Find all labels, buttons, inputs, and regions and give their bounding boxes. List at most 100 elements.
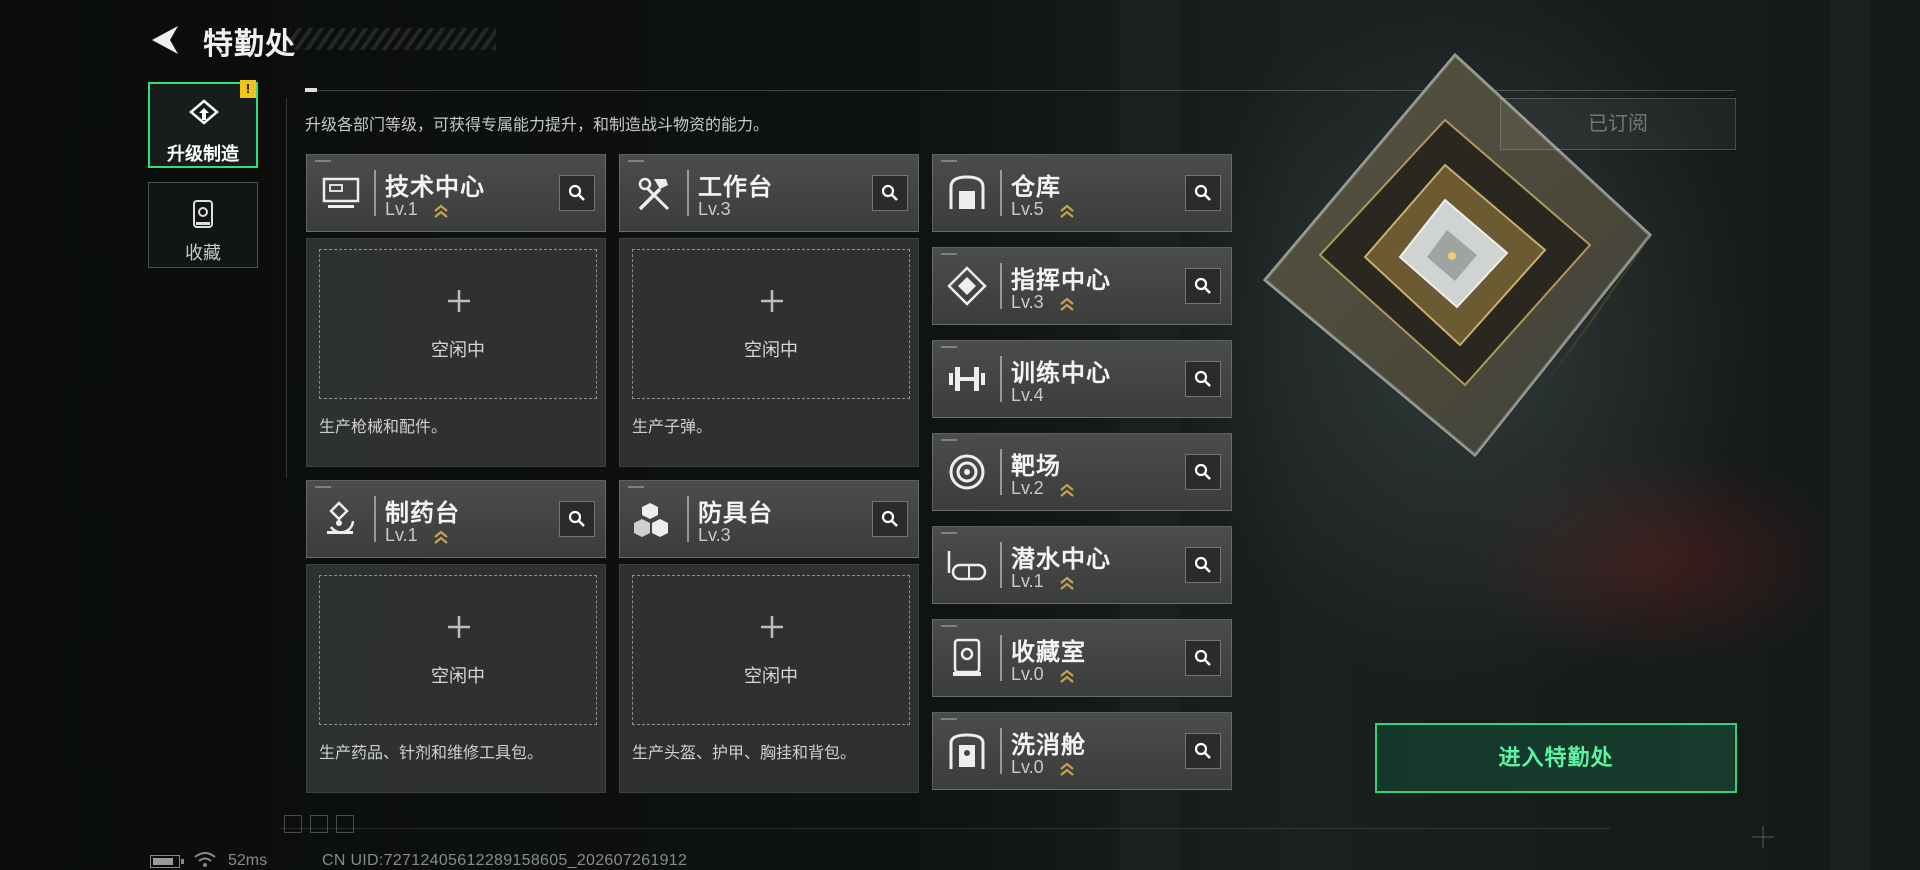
facility-card-training-center[interactable]: 训练中心 Lv.4 <box>932 340 1232 418</box>
search-button[interactable] <box>1185 454 1221 490</box>
card-tag <box>941 160 957 162</box>
battery-level <box>153 858 173 865</box>
enter-special-ops-button[interactable]: 进入特勤处 <box>1375 723 1737 793</box>
search-button[interactable] <box>559 175 595 211</box>
facility-card-tech-center[interactable]: 技术中心 Lv.1 <box>306 154 606 232</box>
facility-name: 防具台 <box>698 500 773 527</box>
search-button[interactable] <box>1185 268 1221 304</box>
search-icon <box>1194 649 1211 666</box>
target-icon <box>949 454 985 490</box>
plus-icon <box>761 290 783 312</box>
card-tag <box>941 625 957 627</box>
production-description: 生产枪械和配件。 <box>319 419 448 436</box>
search-icon <box>1194 370 1211 387</box>
production-slot[interactable]: 空闲中 <box>319 249 597 399</box>
microscope-icon <box>327 501 355 534</box>
facility-card-pharmacy[interactable]: 制药台 Lv.1 <box>306 480 606 558</box>
separator <box>687 496 689 542</box>
back-button[interactable] <box>148 22 184 58</box>
search-icon <box>881 510 898 527</box>
tab-label: 收藏 <box>185 243 221 263</box>
armor-blocks-icon <box>634 503 668 537</box>
facility-name: 仓库 <box>1011 174 1061 201</box>
facility-level: Lv.2 <box>1011 478 1044 498</box>
card-tag <box>941 346 957 348</box>
battery-nub <box>181 859 184 864</box>
facility-level: Lv.3 <box>698 525 731 545</box>
card-tag <box>628 160 644 162</box>
upgrade-chevron-icon <box>1060 762 1074 776</box>
decon-chamber-icon <box>949 733 985 769</box>
production-description: 生产药品、针剂和维修工具包。 <box>319 745 544 762</box>
facility-name: 指挥中心 <box>1011 267 1111 294</box>
command-icon <box>947 266 987 306</box>
facility-level: Lv.3 <box>698 199 731 219</box>
computer-icon <box>322 177 360 208</box>
separator <box>1000 263 1002 309</box>
card-tag <box>941 253 957 255</box>
slot-status: 空闲中 <box>744 666 798 686</box>
search-icon <box>568 510 585 527</box>
title-decoration <box>290 28 496 50</box>
production-panel: 空闲中 生产子弹。 <box>619 238 919 467</box>
page-title: 特勤处 <box>203 28 296 61</box>
tools-icon <box>638 177 670 211</box>
separator <box>1000 542 1002 588</box>
facility-name: 制药台 <box>385 500 460 527</box>
facility-card-diving-center[interactable]: 潜水中心 Lv.1 <box>932 526 1232 604</box>
user-uid: CN UID:72712405612289158605_202607261912 <box>322 852 688 869</box>
separator <box>1000 635 1002 681</box>
footer-decoration <box>336 815 354 833</box>
footer-divider <box>280 828 1610 829</box>
search-button[interactable] <box>872 175 908 211</box>
separator <box>1000 170 1002 216</box>
footer-decoration <box>310 815 328 833</box>
facility-name: 训练中心 <box>1011 360 1111 387</box>
search-button[interactable] <box>559 501 595 537</box>
separator <box>1000 728 1002 774</box>
tab-collection[interactable]: 收藏 <box>148 182 258 268</box>
search-button[interactable] <box>1185 361 1221 397</box>
facility-level: Lv.5 <box>1011 199 1044 219</box>
alert-badge: ! <box>240 80 256 98</box>
facility-level: Lv.3 <box>1011 292 1044 312</box>
collection-room-icon <box>953 638 981 676</box>
production-panel: 空闲中 生产头盔、护甲、胸挂和背包。 <box>619 564 919 793</box>
separator <box>374 170 376 216</box>
facility-name: 潜水中心 <box>1011 546 1111 573</box>
slot-status: 空闲中 <box>431 340 485 360</box>
facility-card-workbench[interactable]: 工作台 Lv.3 <box>619 154 919 232</box>
facility-card-warehouse[interactable]: 仓库 Lv.5 <box>932 154 1232 232</box>
search-button[interactable] <box>1185 175 1221 211</box>
facility-name: 工作台 <box>698 174 773 201</box>
wifi-icon <box>194 852 216 867</box>
upgrade-chevron-icon <box>434 204 448 218</box>
search-button[interactable] <box>1185 733 1221 769</box>
production-slot[interactable]: 空闲中 <box>632 249 910 399</box>
search-button[interactable] <box>872 501 908 537</box>
facility-card-collection-room[interactable]: 收藏室 Lv.0 <box>932 619 1232 697</box>
dumbbell-icon <box>949 367 985 391</box>
plus-icon <box>448 290 470 312</box>
collection-icon <box>193 200 213 228</box>
production-slot[interactable]: 空闲中 <box>319 575 597 725</box>
upgrade-chevron-icon <box>1060 204 1074 218</box>
search-button[interactable] <box>1185 640 1221 676</box>
search-button[interactable] <box>1185 547 1221 583</box>
separator <box>1000 356 1002 402</box>
facility-card-command-center[interactable]: 指挥中心 Lv.3 <box>932 247 1232 325</box>
search-icon <box>1194 184 1211 201</box>
search-icon <box>1194 556 1211 573</box>
plus-icon <box>448 616 470 638</box>
facility-card-shooting-range[interactable]: 靶场 Lv.2 <box>932 433 1232 511</box>
slot-status: 空闲中 <box>431 666 485 686</box>
corner-crosshair-icon <box>1752 826 1774 848</box>
facility-level: Lv.1 <box>385 199 418 219</box>
facility-card-armor-bench[interactable]: 防具台 Lv.3 <box>619 480 919 558</box>
separator <box>687 170 689 216</box>
production-slot[interactable]: 空闲中 <box>632 575 910 725</box>
facility-card-decon-chamber[interactable]: 洗消舱 Lv.0 <box>932 712 1232 790</box>
production-description: 生产头盔、护甲、胸挂和背包。 <box>632 745 857 762</box>
facility-name: 收藏室 <box>1011 639 1086 666</box>
subscribed-button[interactable]: 已订阅 <box>1500 98 1736 150</box>
